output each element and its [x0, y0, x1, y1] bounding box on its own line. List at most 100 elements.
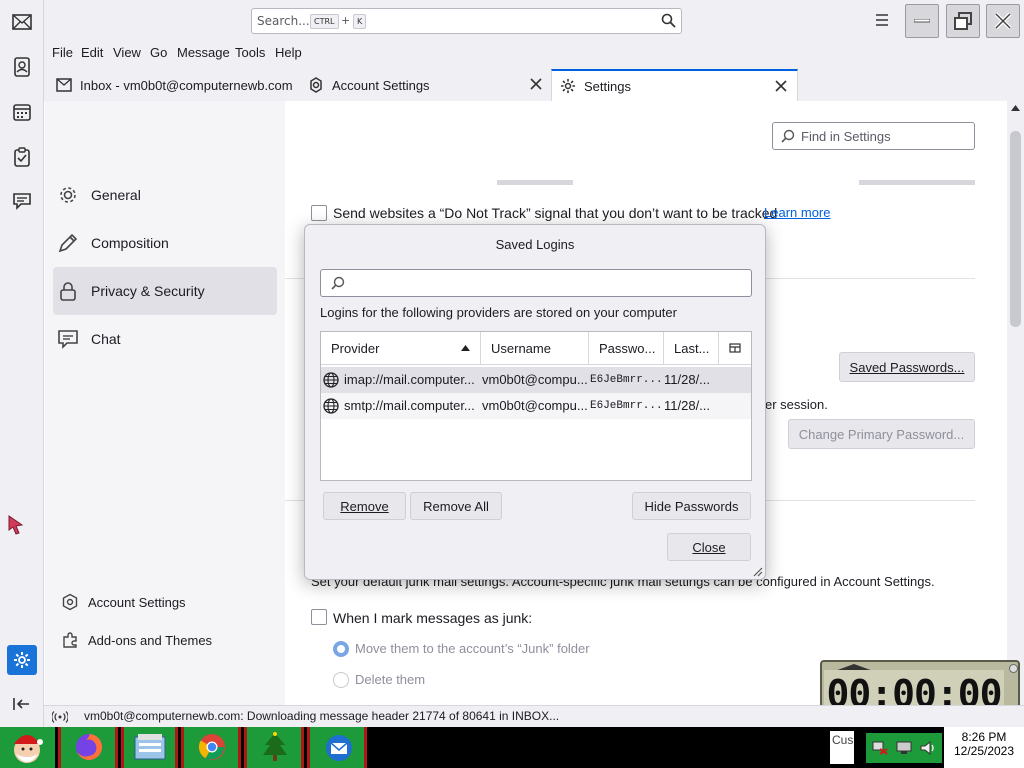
table-row[interactable]: smtp://mail.computer... vm0b0t@compu... …: [321, 393, 751, 419]
find-in-settings-input[interactable]: Find in Settings: [772, 122, 975, 150]
restore-button[interactable]: [946, 4, 980, 38]
chat-icon[interactable]: [8, 187, 36, 215]
taskbar-thunderbird[interactable]: [307, 727, 367, 768]
hide-passwords-button[interactable]: Hide Passwords: [632, 492, 751, 520]
taskbar-file-manager[interactable]: [121, 727, 178, 768]
globe-icon: [323, 398, 339, 414]
menu-go[interactable]: Go: [150, 45, 167, 60]
taskbar: Cus 8:26 PM 12/25/2023: [0, 727, 1024, 768]
search-icon: [331, 276, 345, 290]
find-in-settings-placeholder: Find in Settings: [801, 129, 891, 144]
sort-ascending-icon: [461, 345, 470, 351]
tab-account-settings[interactable]: Account Settings: [308, 69, 542, 101]
move-to-junk-radio[interactable]: [333, 641, 349, 657]
clock[interactable]: 8:26 PM 12/25/2023: [944, 727, 1024, 768]
global-search-input[interactable]: Search... CTRL + K: [251, 8, 682, 34]
tab-bar: Inbox - vm0b0t@computernewb.com Account …: [44, 64, 1024, 101]
settings-nav: General Composition Privacy & Security C…: [45, 101, 285, 705]
display-icon[interactable]: [896, 741, 912, 755]
close-window-button[interactable]: [986, 4, 1020, 38]
shortcut-plus: +: [341, 14, 351, 27]
column-last-changed-label: Last...: [674, 340, 710, 356]
scroll-divider: [859, 180, 975, 185]
column-provider[interactable]: Provider: [321, 332, 481, 364]
tab-settings[interactable]: Settings: [551, 69, 798, 101]
start-button[interactable]: [0, 727, 55, 768]
delete-junk-label: Delete them: [355, 672, 426, 687]
taskbar-tree-app[interactable]: [244, 727, 304, 768]
cell-username: vm0b0t@compu...: [482, 372, 588, 387]
close-tab-icon[interactable]: [530, 78, 542, 90]
address-book-icon[interactable]: [8, 53, 36, 81]
volume-icon[interactable]: [920, 741, 936, 755]
status-text: vm0b0t@computernewb.com: Downloading mes…: [84, 709, 560, 723]
nav-privacy-security[interactable]: Privacy & Security: [53, 267, 277, 315]
column-picker-icon[interactable]: [719, 332, 751, 364]
collapse-spaces-icon[interactable]: [8, 690, 36, 718]
taskbar-firefox[interactable]: [58, 727, 118, 768]
close-button[interactable]: Close: [667, 533, 751, 561]
resize-grip-icon[interactable]: [751, 565, 763, 577]
menu-file[interactable]: File: [52, 45, 73, 60]
change-primary-password-button[interactable]: Change Primary Password...: [788, 419, 975, 449]
saved-passwords-button[interactable]: Saved Passwords...: [839, 352, 975, 382]
menu-tools[interactable]: Tools: [235, 45, 265, 60]
do-not-track-label: Send websites a “Do Not Track” signal th…: [333, 205, 778, 221]
column-username[interactable]: Username: [481, 332, 589, 364]
remove-button[interactable]: Remove: [323, 492, 406, 520]
close-tab-icon[interactable]: [775, 80, 787, 92]
do-not-track-checkbox[interactable]: [311, 205, 327, 221]
tab-account-settings-label: Account Settings: [332, 77, 430, 93]
menu-message[interactable]: Message: [177, 45, 230, 60]
table-header-divider: [321, 364, 751, 365]
cell-password: E6JeBmrr...: [590, 374, 662, 386]
timer-close-icon[interactable]: [1009, 664, 1018, 673]
cell-username: vm0b0t@compu...: [482, 398, 588, 413]
logins-description: Logins for the following providers are s…: [320, 305, 677, 320]
minimize-button[interactable]: [905, 4, 939, 38]
nav-general[interactable]: General: [57, 171, 281, 219]
tab-inbox-label: Inbox - vm0b0t@computernewb.com: [80, 77, 293, 93]
nav-composition[interactable]: Composition: [57, 219, 281, 267]
table-row[interactable]: imap://mail.computer... vm0b0t@compu... …: [321, 367, 751, 393]
nav-addons-themes-label: Add-ons and Themes: [88, 632, 213, 648]
menu-edit[interactable]: Edit: [81, 45, 103, 60]
menu-help[interactable]: Help: [275, 45, 302, 60]
network-icon[interactable]: [872, 741, 888, 755]
search-icon[interactable]: [661, 13, 676, 28]
pointer-icon: [8, 515, 24, 535]
clock-time: 8:26 PM: [961, 730, 1007, 744]
column-password[interactable]: Passwo...: [589, 332, 664, 364]
delete-junk-radio[interactable]: [333, 672, 349, 688]
mail-icon[interactable]: [8, 8, 36, 36]
nav-account-settings[interactable]: Account Settings: [61, 587, 285, 617]
nav-general-label: General: [91, 187, 141, 203]
tab-inbox[interactable]: Inbox - vm0b0t@computernewb.com: [56, 69, 301, 101]
search-icon: [781, 129, 795, 143]
activity-icon: [52, 711, 68, 723]
taskbar-cus-label[interactable]: Cus: [830, 731, 854, 764]
content-scrollbar[interactable]: [1007, 101, 1024, 705]
scrollbar-thumb[interactable]: [1010, 131, 1021, 327]
mark-junk-checkbox[interactable]: [311, 609, 327, 625]
tasks-icon[interactable]: [8, 143, 36, 171]
logins-table: Provider Username Passwo... Last... imap…: [320, 331, 752, 481]
move-to-junk-label: Move them to the account’s “Junk” folder: [355, 641, 590, 656]
shortcut-key-ctrl: CTRL: [310, 14, 339, 29]
settings-gear-icon[interactable]: [7, 645, 37, 675]
remove-all-button[interactable]: Remove All: [410, 492, 502, 520]
logins-search-input[interactable]: [320, 269, 752, 297]
column-last-changed[interactable]: Last...: [664, 332, 719, 364]
cell-provider: imap://mail.computer...: [344, 372, 475, 387]
nav-chat-label: Chat: [91, 331, 121, 347]
nav-addons-themes[interactable]: Add-ons and Themes: [61, 625, 285, 655]
learn-more-link[interactable]: Learn more: [764, 205, 830, 220]
calendar-icon[interactable]: [8, 98, 36, 126]
status-bar: vm0b0t@computernewb.com: Downloading mes…: [44, 705, 1024, 727]
globe-icon: [323, 372, 339, 388]
menu-view[interactable]: View: [113, 45, 141, 60]
hamburger-menu-icon[interactable]: [874, 13, 890, 27]
system-tray: [866, 733, 942, 763]
nav-chat[interactable]: Chat: [57, 315, 281, 363]
taskbar-chrome[interactable]: [181, 727, 241, 768]
